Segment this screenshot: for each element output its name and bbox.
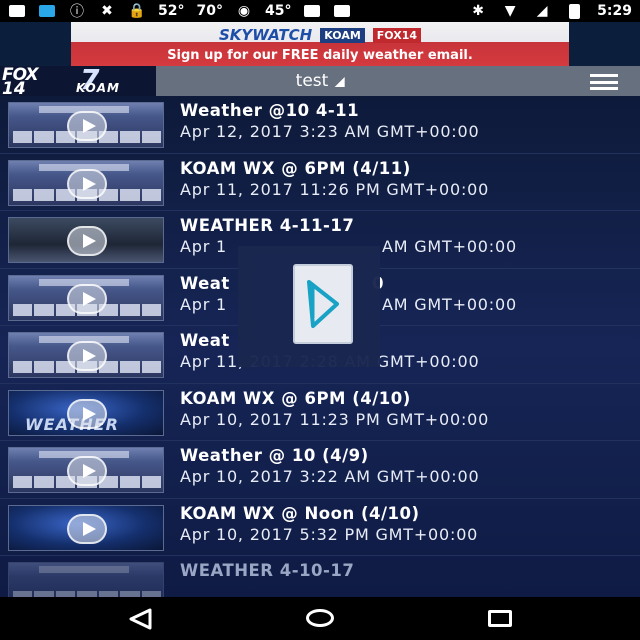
video-thumbnail[interactable] (8, 447, 164, 493)
category-dropdown[interactable]: test (296, 66, 345, 96)
play-icon[interactable] (67, 341, 107, 371)
video-list-item[interactable]: KOAM WX @ Noon (4/10) Apr 10, 2017 5:32 P… (0, 499, 640, 556)
video-title: WEATHER 4-11-17 (180, 216, 355, 235)
loading-card (293, 264, 353, 344)
weather-temp-3: 45° (264, 3, 292, 19)
lock-icon: 🔒 (128, 3, 146, 19)
dropdown-arrow-icon (334, 77, 345, 87)
video-title: Weat (180, 331, 230, 350)
logo-koam-text: KOAM (76, 81, 120, 95)
video-title: KOAM WX @ 6PM (4/11) (180, 158, 411, 178)
video-date: Apr 10, 2017 11:23 PM GMT+00:00 (180, 409, 490, 429)
image-icon (303, 3, 321, 19)
status-bar: ⓘ ✖ 🔒 52° 70° ◉ 45° ✱ ▼ ◢ 5:29 (0, 0, 640, 22)
wifi-icon: ▼ (504, 3, 516, 19)
video-thumbnail[interactable] (8, 159, 164, 206)
video-thumbnail[interactable] (8, 102, 164, 148)
navigation-bar (0, 597, 640, 640)
video-thumbnail[interactable] (8, 274, 164, 321)
game-icon: ◉ (237, 3, 251, 19)
home-icon[interactable] (306, 609, 334, 627)
play-icon[interactable] (67, 513, 107, 544)
play-icon[interactable] (67, 398, 107, 429)
thumb-header (39, 566, 129, 573)
video-date: Apr 1 (180, 237, 227, 256)
ad-skywatch-logo: SKYWATCH (218, 26, 313, 44)
video-date-tail: AM GMT+00:00 (382, 237, 517, 256)
weather-temp-1: 52° (158, 3, 185, 19)
loading-overlay (238, 246, 380, 367)
clock: 5:29 (597, 3, 632, 19)
recents-icon[interactable] (488, 610, 512, 627)
video-date: Apr 10, 2017 3:22 AM GMT+00:00 (180, 467, 480, 486)
video-date: Apr 12, 2017 3:23 AM GMT+00:00 (180, 122, 480, 141)
video-date-tail: AM GMT+00:00 (382, 294, 517, 314)
video-list-item[interactable]: Weather @10 4-11 Apr 12, 2017 3:23 AM GMT… (0, 96, 640, 154)
video-date: Apr 11, 2017 11:26 PM GMT+00:00 (180, 179, 490, 199)
play-icon[interactable] (67, 456, 107, 486)
hamburger-menu-icon (590, 74, 618, 77)
play-icon[interactable] (67, 283, 107, 314)
video-title: Weather @ 10 (4/9) (180, 446, 369, 465)
video-title: Weat (180, 273, 230, 293)
play-icon[interactable] (67, 111, 107, 141)
weather-temp-2: 70° (196, 3, 223, 19)
ad-tagline: Sign up for our FREE daily weather email… (167, 48, 473, 63)
category-dropdown-label: test (295, 71, 329, 91)
bluetooth-icon: ✱ (472, 3, 485, 19)
ad-koam-badge: KOAM (320, 27, 365, 43)
video-title: WEATHER 4-10-17 (180, 561, 355, 580)
alert-icon: ⓘ (70, 4, 84, 20)
app-loading-icon (307, 280, 339, 328)
video-title: KOAM WX @ Noon (4/10) (180, 503, 420, 523)
briefcase-icon (333, 3, 351, 19)
play-icon[interactable] (67, 226, 107, 256)
ad-banner[interactable]: SKYWATCH KOAM FOX14 Sign up for our FREE… (71, 22, 569, 66)
app-notification-icon (38, 3, 56, 19)
ad-fox-badge: FOX14 (372, 27, 422, 43)
tools-icon: ✖ (101, 3, 113, 19)
app-header: FOX 14 7 KOAM test (0, 66, 640, 96)
video-date: Apr 1 (180, 294, 227, 314)
ad-area: SKYWATCH KOAM FOX14 Sign up for our FREE… (0, 22, 640, 66)
play-icon[interactable] (67, 168, 107, 199)
video-list-item[interactable]: Weather @ 10 (4/9) Apr 10, 2017 3:22 AM G… (0, 441, 640, 499)
video-title: Weather @10 4-11 (180, 101, 360, 120)
video-list-item[interactable]: KOAM WX @ 6PM (4/11) Apr 11, 2017 11:26 P… (0, 154, 640, 211)
station-logo: FOX 14 7 KOAM (0, 66, 156, 96)
video-thumbnail[interactable] (8, 504, 164, 551)
video-thumbnail[interactable]: WEATHER (8, 389, 164, 436)
video-thumbnail[interactable] (8, 332, 164, 378)
message-icon (8, 3, 26, 19)
menu-button[interactable] (584, 72, 624, 92)
video-thumbnail[interactable] (8, 562, 164, 597)
signal-icon: ◢ (536, 3, 548, 19)
back-icon[interactable] (128, 608, 152, 630)
logo-number-text: 14 (2, 79, 26, 96)
video-thumbnail[interactable] (8, 217, 164, 263)
video-list-item[interactable]: WEATHER 4-10-17 (0, 556, 640, 597)
video-title: KOAM WX @ 6PM (4/10) (180, 388, 411, 408)
video-date: Apr 10, 2017 5:32 PM GMT+00:00 (180, 524, 479, 544)
video-list-item[interactable]: WEATHER KOAM WX @ 6PM (4/10)Apr 10, 2017 … (0, 384, 640, 441)
battery-icon (565, 3, 583, 19)
